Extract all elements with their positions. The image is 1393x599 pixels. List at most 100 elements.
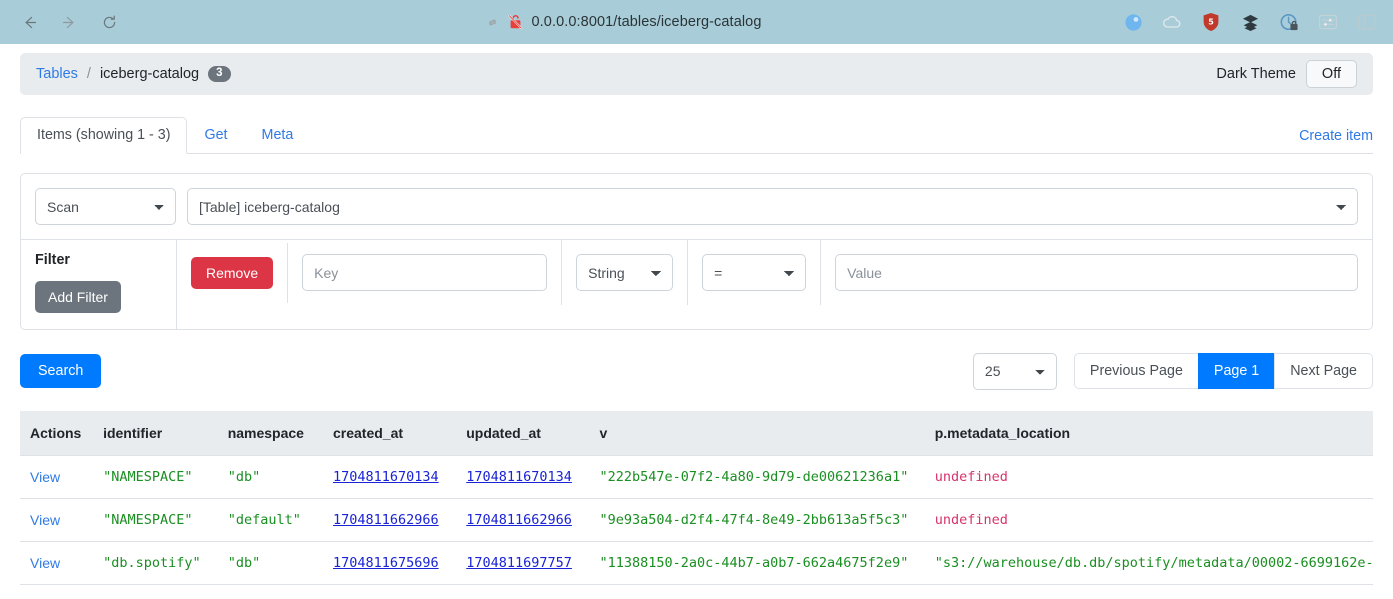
url-text: 0.0.0.0:8001/tables/iceberg-catalog bbox=[531, 14, 761, 30]
filter-row: Remove String = bbox=[177, 240, 1372, 305]
cell-namespace: "db" bbox=[218, 542, 323, 585]
add-filter-button[interactable]: Add Filter bbox=[35, 281, 121, 313]
column-header-metadata-location: p.metadata_location bbox=[925, 411, 1373, 456]
layers-icon[interactable] bbox=[1240, 12, 1260, 32]
remove-filter-cell: Remove bbox=[177, 243, 288, 303]
profile-circle-icon[interactable] bbox=[1123, 12, 1143, 32]
cell-metadata-location: undefined bbox=[925, 499, 1373, 542]
actions-row: Search 25 Previous Page Page 1 Next Page bbox=[20, 352, 1373, 390]
cell-identifier: "NAMESPACE" bbox=[93, 499, 218, 542]
dark-theme-toggle[interactable]: Off bbox=[1306, 60, 1357, 88]
view-link[interactable]: View bbox=[30, 512, 60, 528]
filter-type-select[interactable]: String bbox=[576, 254, 673, 291]
table-row: View "NAMESPACE" "db" 1704811670134 1704… bbox=[20, 456, 1373, 499]
tab-bar: Items (showing 1 - 3) Get Meta Create it… bbox=[20, 116, 1373, 154]
forward-arrow-icon[interactable] bbox=[54, 7, 84, 37]
query-panel-bottom: Filter Add Filter Remove String bbox=[21, 239, 1372, 329]
table-select-wrapper: [Table] iceberg-catalog bbox=[187, 188, 1358, 225]
page-size-select[interactable]: 25 bbox=[973, 353, 1057, 390]
remove-filter-button[interactable]: Remove bbox=[191, 257, 273, 289]
table-body: View "NAMESPACE" "db" 1704811670134 1704… bbox=[20, 456, 1373, 585]
cell-created-at[interactable]: 1704811675696 bbox=[323, 542, 456, 585]
column-header-updated-at: updated_at bbox=[456, 411, 589, 456]
breadcrumb-separator: / bbox=[87, 66, 91, 82]
settings-sliders-icon[interactable] bbox=[1318, 12, 1338, 32]
breadcrumb: Tables / iceberg-catalog 3 Dark Theme Of… bbox=[20, 53, 1373, 95]
dark-theme-label: Dark Theme bbox=[1216, 66, 1296, 82]
scan-mode-select[interactable]: Scan bbox=[35, 188, 176, 225]
cell-namespace: "db" bbox=[218, 456, 323, 499]
cell-v: "222b547e-07f2-4a80-9d79-de00621236a1" bbox=[589, 456, 924, 499]
filter-title: Filter bbox=[35, 252, 162, 268]
breadcrumb-tables-link[interactable]: Tables bbox=[36, 66, 78, 82]
table-header-row: Actions identifier namespace created_at … bbox=[20, 411, 1373, 456]
view-link[interactable]: View bbox=[30, 469, 60, 485]
column-header-created-at: created_at bbox=[323, 411, 456, 456]
reload-icon[interactable] bbox=[94, 7, 124, 37]
previous-page-button[interactable]: Previous Page bbox=[1074, 353, 1199, 389]
create-item-link[interactable]: Create item bbox=[1283, 119, 1373, 153]
table-select[interactable]: [Table] iceberg-catalog bbox=[187, 188, 1358, 225]
cell-updated-at[interactable]: 1704811662966 bbox=[456, 499, 589, 542]
cell-namespace: "default" bbox=[218, 499, 323, 542]
column-header-identifier: identifier bbox=[93, 411, 218, 456]
tab-items[interactable]: Items (showing 1 - 3) bbox=[20, 117, 187, 154]
navigation-buttons bbox=[0, 7, 124, 37]
row-actions-cell: View bbox=[20, 499, 93, 542]
page-size-wrapper: 25 bbox=[973, 353, 1057, 390]
page-content: Tables / iceberg-catalog 3 Dark Theme Of… bbox=[0, 44, 1393, 599]
cell-metadata-location: "s3://warehouse/db.db/spotify/metadata/0… bbox=[925, 542, 1373, 585]
browser-chrome: 0.0.0.0:8001/tables/iceberg-catalog 5 bbox=[0, 0, 1393, 44]
item-count-badge: 3 bbox=[208, 66, 230, 83]
address-bar[interactable]: 0.0.0.0:8001/tables/iceberg-catalog bbox=[124, 0, 1123, 44]
next-page-button[interactable]: Next Page bbox=[1274, 353, 1373, 389]
filter-key-cell bbox=[288, 240, 562, 305]
filter-rows: Remove String = bbox=[177, 240, 1372, 329]
query-panel-top: Scan [Table] iceberg-catalog bbox=[21, 174, 1372, 239]
svg-text:5: 5 bbox=[1208, 17, 1214, 26]
table-head: Actions identifier namespace created_at … bbox=[20, 411, 1373, 456]
cloud-icon[interactable] bbox=[1162, 12, 1182, 32]
cell-metadata-location: undefined bbox=[925, 456, 1373, 499]
filter-value-input[interactable] bbox=[835, 254, 1358, 291]
row-actions-cell: View bbox=[20, 456, 93, 499]
filter-type-cell: String bbox=[562, 240, 688, 305]
broken-lock-icon[interactable] bbox=[508, 14, 523, 30]
query-panel: Scan [Table] iceberg-catalog Filter Add … bbox=[20, 173, 1373, 330]
cell-identifier: "NAMESPACE" bbox=[93, 456, 218, 499]
data-table: Actions identifier namespace created_at … bbox=[20, 411, 1373, 585]
data-table-wrapper: Actions identifier namespace created_at … bbox=[20, 411, 1373, 585]
column-header-namespace: namespace bbox=[218, 411, 323, 456]
filter-column: Filter Add Filter bbox=[21, 240, 177, 329]
sidebar-toggle-icon[interactable] bbox=[1357, 12, 1377, 32]
browser-window: 0.0.0.0:8001/tables/iceberg-catalog 5 bbox=[0, 0, 1393, 599]
browser-toolbar-icons: 5 bbox=[1123, 12, 1393, 32]
row-actions-cell: View bbox=[20, 542, 93, 585]
tab-meta[interactable]: Meta bbox=[245, 117, 311, 154]
filter-operator-cell: = bbox=[688, 240, 821, 305]
search-button[interactable]: Search bbox=[20, 354, 101, 388]
cell-v: "9e93a504-d2f4-47f4-8e49-2bb613a5f5c3" bbox=[589, 499, 924, 542]
back-arrow-icon[interactable] bbox=[14, 7, 44, 37]
scan-mode-wrapper: Scan bbox=[35, 188, 176, 225]
filter-operator-select[interactable]: = bbox=[702, 254, 806, 291]
privacy-lock-icon[interactable] bbox=[1279, 12, 1299, 32]
link-icon bbox=[485, 15, 500, 30]
tab-get[interactable]: Get bbox=[187, 117, 244, 154]
cell-created-at[interactable]: 1704811662966 bbox=[323, 499, 456, 542]
cell-updated-at[interactable]: 1704811670134 bbox=[456, 456, 589, 499]
cell-updated-at[interactable]: 1704811697757 bbox=[456, 542, 589, 585]
filter-key-input[interactable] bbox=[302, 254, 547, 291]
cell-created-at[interactable]: 1704811670134 bbox=[323, 456, 456, 499]
current-page-button[interactable]: Page 1 bbox=[1198, 353, 1275, 389]
pagination: Previous Page Page 1 Next Page bbox=[1074, 353, 1373, 389]
cell-identifier: "db.spotify" bbox=[93, 542, 218, 585]
cell-v: "11388150-2a0c-44b7-a0b7-662a4675f2e9" bbox=[589, 542, 924, 585]
breadcrumb-current-table: iceberg-catalog bbox=[100, 66, 199, 82]
table-row: View "NAMESPACE" "default" 1704811662966… bbox=[20, 499, 1373, 542]
column-header-v: v bbox=[589, 411, 924, 456]
filter-value-cell bbox=[821, 240, 1372, 305]
ublock-shield-icon[interactable]: 5 bbox=[1201, 12, 1221, 32]
view-link[interactable]: View bbox=[30, 555, 60, 571]
table-row: View "db.spotify" "db" 1704811675696 170… bbox=[20, 542, 1373, 585]
